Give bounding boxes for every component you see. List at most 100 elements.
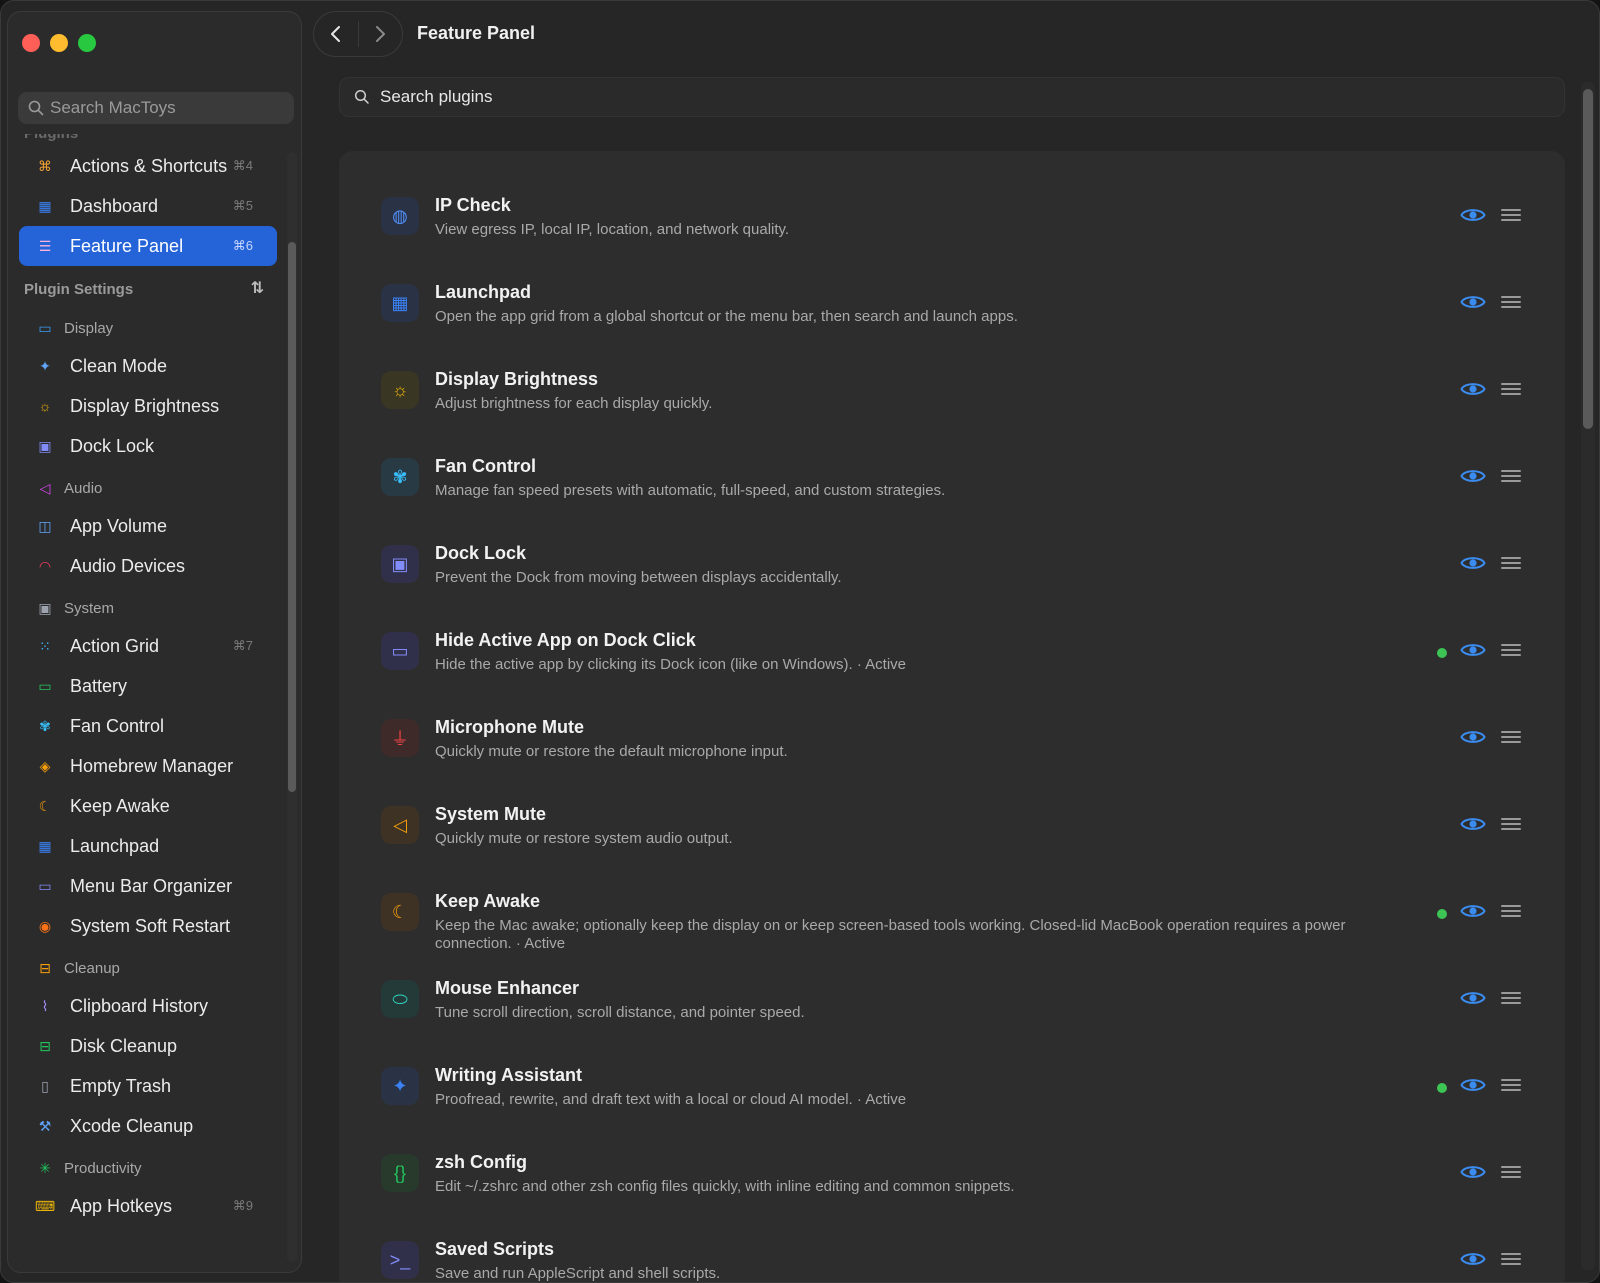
shortcut-hint: ⌘7 [232,638,253,653]
forward-button[interactable] [358,12,402,56]
minimize-window-button[interactable] [50,34,68,52]
plugin-row-fan-control[interactable]: ✾ Fan Control Manage fan speed presets wit… [339,432,1565,519]
sidebar-item-dashboard[interactable]: ▦ Dashboard ⌘5 [19,186,277,226]
moon-icon: ☾ [381,893,419,931]
visibility-toggle[interactable] [1459,290,1487,314]
drag-handle-icon[interactable] [1501,727,1521,747]
plugin-list: ◍ IP Check View egress IP, local IP, locat… [339,171,1565,1282]
sparkle-icon: ✦ [381,1067,419,1105]
plugin-row-keep-awake[interactable]: ☾ Keep Awake Keep the Mac awake; optionall… [339,867,1565,954]
plugin-title: Mouse Enhancer [435,978,580,998]
sidebar-scrollbar[interactable] [288,242,296,792]
sidebar-item-xcode-cleanup[interactable]: ⚒ Xcode Cleanup [19,1106,277,1146]
sidebar-item-label: App Hotkeys [70,1195,173,1216]
sidebar-item-homebrew-manager[interactable]: ◈ Homebrew Manager [19,746,277,786]
visibility-toggle[interactable] [1459,377,1487,401]
drag-handle-icon[interactable] [1501,814,1521,834]
plugin-search-input[interactable] [380,87,1280,107]
sidebar-item-display-brightness[interactable]: ☼ Display Brightness [19,386,277,426]
sidebar-item-dock-lock[interactable]: ▣ Dock Lock [19,426,277,466]
plugin-row-launchpad[interactable]: ▦ Launchpad Open the app grid from a globa… [339,258,1565,345]
plugin-row-mouse-enhancer[interactable]: ⬭ Mouse Enhancer Tune scroll direction, sc… [339,954,1565,1041]
visibility-toggle[interactable] [1459,551,1487,575]
monitor-icon: ▭ [38,319,52,336]
plugin-row-ip-check[interactable]: ◍ IP Check View egress IP, local IP, locat… [339,171,1565,258]
main-scrollbar[interactable] [1583,89,1593,429]
traffic-lights [22,34,96,52]
close-window-button[interactable] [22,34,40,52]
back-button[interactable] [314,12,358,56]
plugin-search[interactable] [339,77,1565,117]
drag-handle-icon[interactable] [1501,1249,1521,1269]
hammer-icon: ⚒ [38,1117,52,1134]
sort-icon[interactable]: ⇅ [251,278,264,298]
eye-icon [1460,644,1486,656]
plugin-description: Save and run AppleScript and shell scrip… [435,1265,721,1282]
plugin-row-saved-scripts[interactable]: >_ Saved Scripts Save and run AppleScript … [339,1215,1565,1282]
eye-icon [1460,1166,1486,1178]
sun-icon: ☼ [38,398,52,414]
plugin-row-microphone-mute[interactable]: ⏚ Microphone Mute Quickly mute or restore … [339,693,1565,780]
sidebar-item-empty-trash[interactable]: ▯ Empty Trash [19,1066,277,1106]
visibility-toggle[interactable] [1459,812,1487,836]
drag-handle-icon[interactable] [1501,1075,1521,1095]
group-label: Display [64,319,114,337]
drag-handle-icon[interactable] [1501,292,1521,312]
drag-handle-icon[interactable] [1501,988,1521,1008]
sidebar-item-label: Feature Panel [70,235,184,256]
sidebar-item-actions-shortcuts[interactable]: ⌘ Actions & Shortcuts ⌘4 [19,146,277,186]
plugin-row-hide-active-app-on-dock-click[interactable]: ▭ Hide Active App on Dock Click Hide the a… [339,606,1565,693]
battery-icon: ▭ [38,677,52,694]
plugin-settings-header: Plugin Settings ⇅ [8,266,288,306]
visibility-toggle[interactable] [1459,899,1487,923]
sidebar-item-launchpad[interactable]: ▦ Launchpad [19,826,277,866]
visibility-toggle[interactable] [1459,986,1487,1010]
sidebar-search-input[interactable] [50,98,270,118]
plugin-description: Manage fan speed presets with automatic,… [435,482,946,499]
visibility-toggle[interactable] [1459,1247,1487,1271]
page-title: Feature Panel [417,23,536,43]
sidebar-item-label: Homebrew Manager [70,755,234,776]
plugin-row-dock-lock[interactable]: ▣ Dock Lock Prevent the Dock from moving b… [339,519,1565,606]
drag-handle-icon[interactable] [1501,205,1521,225]
sidebar-item-feature-panel[interactable]: ☰ Feature Panel ⌘6 [19,226,277,266]
drag-handle-icon[interactable] [1501,466,1521,486]
dots-grid-icon: ⁙ [39,637,51,654]
sidebar-item-action-grid[interactable]: ⁙ Action Grid ⌘7 [19,626,277,666]
drag-handle-icon[interactable] [1501,379,1521,399]
sidebar-item-system-soft-restart[interactable]: ◉ System Soft Restart [19,906,277,946]
app-window: Plugins ⌘ Actions & Shortcuts ⌘4 ▦ Dashboard… [0,0,1600,1283]
sidebar-item-menu-bar-organizer[interactable]: ▭ Menu Bar Organizer [19,866,277,906]
sidebar-item-clean-mode[interactable]: ✦ Clean Mode [19,346,277,386]
plugin-row-system-mute[interactable]: ◁ System Mute Quickly mute or restore syst… [339,780,1565,867]
sidebar-item-app-volume[interactable]: ◫ App Volume [19,506,277,546]
sidebar-item-disk-cleanup[interactable]: ⊟ Disk Cleanup [19,1026,277,1066]
group-label: System [64,599,115,617]
visibility-toggle[interactable] [1459,464,1487,488]
plugin-title: Display Brightness [435,369,599,389]
zoom-window-button[interactable] [78,34,96,52]
visibility-toggle[interactable] [1459,725,1487,749]
visibility-toggle[interactable] [1459,1160,1487,1184]
drag-handle-icon[interactable] [1501,1162,1521,1182]
sidebar-item-app-hotkeys[interactable]: ⌨ App Hotkeys ⌘9 [19,1186,277,1226]
sparkle-icon: ✦ [39,357,51,374]
drag-handle-icon[interactable] [1501,553,1521,573]
sidebar-item-label: Battery [70,675,128,696]
sidebar-item-fan-control[interactable]: ✾ Fan Control [19,706,277,746]
visibility-toggle[interactable] [1459,638,1487,662]
sidebar-item-clipboard-history[interactable]: ⌇ Clipboard History [19,986,277,1026]
plugin-row-display-brightness[interactable]: ☼ Display Brightness Adjust brightness for… [339,345,1565,432]
drag-handle-icon[interactable] [1501,640,1521,660]
visibility-toggle[interactable] [1459,203,1487,227]
sidebar-item-battery[interactable]: ▭ Battery [19,666,277,706]
visibility-toggle[interactable] [1459,1073,1487,1097]
sidebar-item-keep-awake[interactable]: ☾ Keep Awake [19,786,277,826]
plugin-row-writing-assistant[interactable]: ✦ Writing Assistant Proofread, rewrite, an… [339,1041,1565,1128]
globe-icon: ◍ [381,197,419,235]
sidebar-search[interactable] [18,92,294,124]
sidebar-item-audio-devices[interactable]: ◠ Audio Devices [19,546,277,586]
shortcut-hint: ⌘6 [232,238,253,253]
plugin-row-zsh-config[interactable]: {} zsh Config Edit ~/.zshrc and other zsh … [339,1128,1565,1215]
drag-handle-icon[interactable] [1501,901,1521,921]
